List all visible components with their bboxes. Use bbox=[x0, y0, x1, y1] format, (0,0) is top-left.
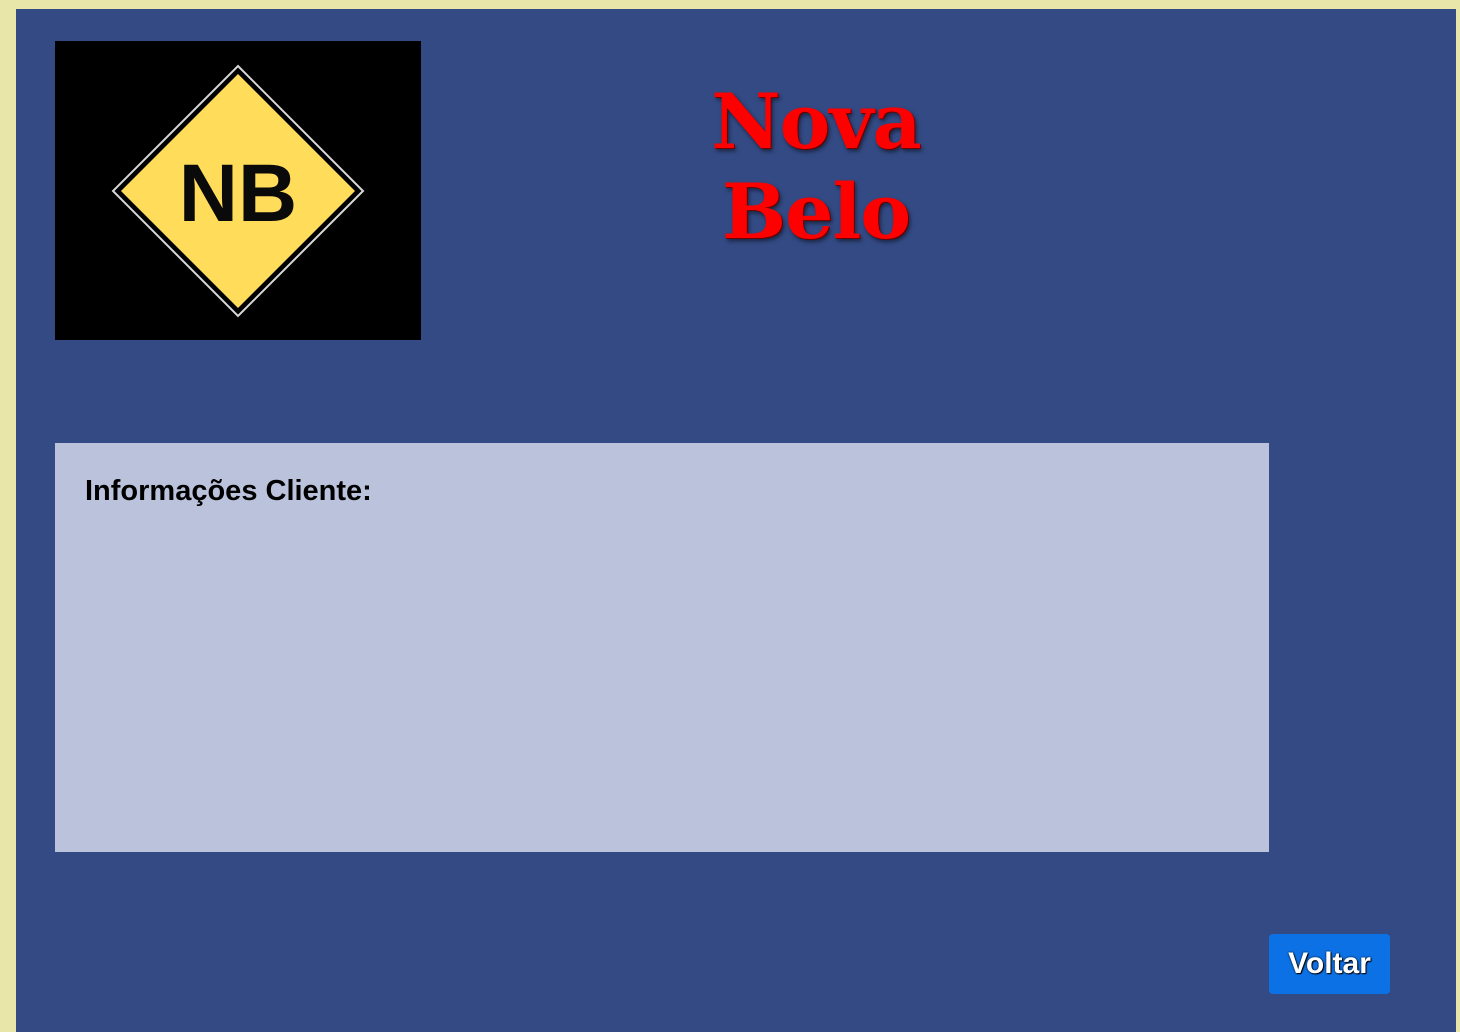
client-info-panel: Informações Cliente: bbox=[55, 443, 1269, 852]
client-info-heading: Informações Cliente: bbox=[85, 475, 372, 507]
app-frame: NB Nova Belo Informações Cliente: Voltar bbox=[16, 9, 1456, 1032]
back-button[interactable]: Voltar bbox=[1269, 934, 1390, 994]
page-title: Nova Belo bbox=[711, 77, 922, 256]
nb-diamond-logo-icon: NB bbox=[111, 64, 365, 318]
logo: NB bbox=[55, 41, 421, 340]
logo-text: NB bbox=[179, 148, 297, 239]
